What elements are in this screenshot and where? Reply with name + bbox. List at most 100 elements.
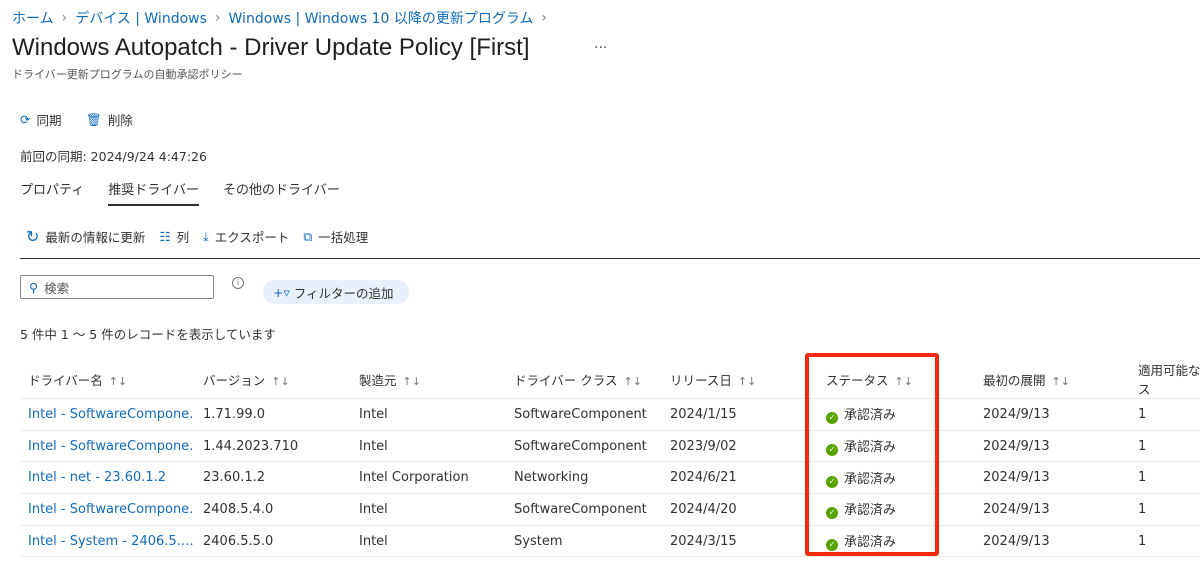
bulk-action-button[interactable]: ⧉ 一括処理 [303,227,368,246]
column-header-label: リリース日 [670,372,732,388]
export-button[interactable]: ⤓ エクスポート [203,227,289,246]
table-cell: 2024/9/13 [975,430,1130,463]
breadcrumb-home[interactable]: ホーム [12,8,54,28]
toolbar: ↻ 最新の情報に更新 ☷ 列 ⤓ エクスポート ⧉ 一括処理 [26,227,368,246]
page-subtitle: ドライバー更新プログラムの自動承認ポリシー [12,68,243,81]
cell-value: Intel [359,406,388,422]
delete-button[interactable]: 🗑 削除 [86,110,133,129]
cell-value: 2024/1/15 [670,406,737,422]
tab-other-drivers[interactable]: その他のドライバー [223,179,340,206]
breadcrumb: ホーム › デバイス | Windows › Windows | Windows 1… [12,8,547,28]
column-header-label: ドライバー名 [28,372,103,388]
table-cell: 2024/9/13 [975,398,1130,431]
sort-icon[interactable]: ↑↓ [1052,375,1070,388]
column-header[interactable]: リリース日 ↑↓ [662,360,818,399]
table-cell: 1.44.2023.710 [195,430,351,463]
columns-button[interactable]: ☷ 列 [159,227,189,246]
table-row[interactable]: Intel - net - 23.60.1.2 23.60.1.2 Intel Co… [20,461,1200,495]
chevron-right-icon: › [61,10,68,26]
cell-value: 2024/9/13 [983,438,1050,454]
driver-name-link[interactable]: Intel - SoftwareCompone… [20,430,195,463]
bulk-icon: ⧉ [303,228,313,244]
table-cell: 23.60.1.2 [195,461,351,495]
table-cell: 2406.5.5.0 [195,525,351,558]
filter-add-icon: +▿ [273,284,290,300]
page-title: Windows Autopatch - Driver Update Policy… [12,34,530,61]
breadcrumb-devices[interactable]: デバイス | Windows [75,8,207,28]
column-header-label: ドライバー クラス [514,372,618,388]
cell-value: 1.71.99.0 [203,406,266,422]
sort-icon[interactable]: ↑↓ [271,375,289,388]
column-header-label: 製造元 [359,372,397,388]
driver-name-link[interactable]: Intel - SoftwareCompone… [20,493,195,526]
refresh-button[interactable]: ↻ 最新の情報に更新 [26,227,145,246]
table-row[interactable]: Intel - System - 2406.5.… 2406.5.5.0 Intel… [20,525,1200,558]
sort-icon[interactable]: ↑↓ [403,375,421,388]
table-cell: 2024/4/20 [662,493,818,526]
cell-value: 23.60.1.2 [203,470,266,486]
column-header[interactable]: ドライバー クラス ↑↓ [506,360,662,399]
breadcrumb-updates[interactable]: Windows | Windows 10 以降の更新プログラム [229,8,534,28]
table-cell: 2024/9/13 [975,493,1130,526]
cell-value: Intel - System - 2406.5.… [28,533,194,549]
cell-value: 2024/9/13 [983,533,1050,549]
record-count: 5 件中 1 ～ 5 件のレコードを表示しています [20,327,276,342]
table-cell: 1 [1130,430,1200,463]
export-label: エクスポート [214,230,290,245]
refresh-icon: ↻ [26,227,40,246]
column-header-label: 最初の展開 [983,372,1046,388]
cell-value: 2024/3/15 [670,533,737,549]
add-filter-button[interactable]: +▿ フィルターの追加 [263,280,409,304]
table-cell: System [506,525,662,558]
info-icon[interactable]: i [232,277,244,289]
search-input[interactable]: ⚲ 検索 [20,275,214,299]
cell-value: Intel - SoftwareCompone… [28,501,195,517]
table-row[interactable]: Intel - SoftwareCompone… 1.71.99.0 Intel So… [20,398,1200,431]
column-header[interactable]: ドライバー名 ↑↓ [20,360,195,399]
cell-value: SoftwareComponent [514,501,647,517]
cell-value: 2024/4/20 [670,501,737,517]
cell-value: 2024/9/13 [983,501,1050,517]
more-options-button[interactable]: ··· [594,40,607,56]
cell-value: Networking [514,470,589,486]
download-icon: ⤓ [203,228,209,244]
column-header[interactable]: 適用可能なデバイス [1130,360,1200,399]
sort-icon[interactable]: ↑↓ [109,375,127,388]
table-cell: 2024/9/13 [975,525,1130,558]
tab-list: プロパティ 推奨ドライバー その他のドライバー [20,179,340,206]
table-row[interactable]: Intel - SoftwareCompone… 1.44.2023.710 Int… [20,430,1200,463]
cell-value: 1 [1138,533,1147,549]
table-cell: 1 [1130,525,1200,558]
column-header-label: バージョン [203,372,266,388]
table-row[interactable]: Intel - SoftwareCompone… 2408.5.4.0 Intel S… [20,493,1200,526]
columns-icon: ☷ [159,229,171,244]
cell-value: 2024/6/21 [670,470,737,486]
column-header[interactable]: 製造元 ↑↓ [351,360,506,399]
table-cell: 2024/6/21 [662,461,818,495]
cell-value: Intel [359,533,388,549]
trash-icon: 🗑 [86,111,102,127]
cell-value: Intel - SoftwareCompone… [28,406,195,422]
tab-properties[interactable]: プロパティ [20,179,84,206]
driver-name-link[interactable]: Intel - net - 23.60.1.2 [20,461,195,495]
driver-name-link[interactable]: Intel - System - 2406.5.… [20,525,195,558]
cell-value: 2024/9/13 [983,470,1050,486]
table-cell: 2023/9/02 [662,430,818,463]
sort-icon[interactable]: ↑↓ [623,375,641,388]
sort-icon[interactable]: ↑↓ [738,375,756,388]
table-cell: Intel [351,430,506,463]
column-header[interactable]: バージョン ↑↓ [195,360,351,399]
tab-recommended-drivers[interactable]: 推奨ドライバー [108,179,199,206]
table-header: ドライバー名 ↑↓ バージョン ↑↓ 製造元 ↑↓ ドライバー クラス ↑↓ リリース日 ↑↓ ステ… [20,360,1200,399]
sync-label: 同期 [36,113,62,128]
driver-name-link[interactable]: Intel - SoftwareCompone… [20,398,195,431]
cell-value: System [514,533,563,549]
last-sync: 前回の同期: 2024/9/24 4:47:26 [20,149,207,164]
sync-button[interactable]: ⟳ 同期 [20,110,62,129]
cell-value: Intel - SoftwareCompone… [28,438,195,454]
column-header[interactable]: 最初の展開 ↑↓ [975,360,1130,399]
cell-value: Intel [359,501,388,517]
table-cell: 1 [1130,398,1200,431]
cell-value: Intel [359,438,388,454]
table-cell: SoftwareComponent [506,398,662,431]
